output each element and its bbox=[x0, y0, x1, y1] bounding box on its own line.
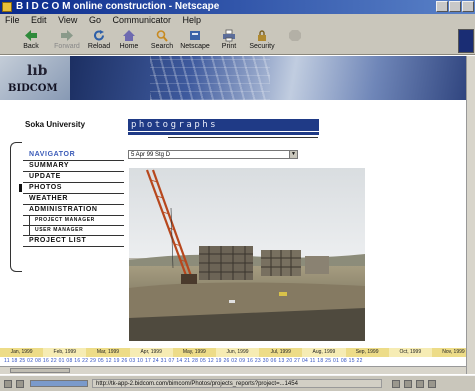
section-header: photographs bbox=[128, 119, 319, 138]
connection-status-icon bbox=[4, 380, 12, 388]
close-button[interactable] bbox=[462, 1, 474, 12]
menu-help[interactable]: Help bbox=[183, 15, 202, 25]
window-title-bar: B I D C O M online construction - Netsca… bbox=[0, 0, 475, 14]
nav-item-summary[interactable]: SUMMARY bbox=[23, 161, 124, 172]
menu-file[interactable]: File bbox=[5, 15, 20, 25]
status-url: http://tk-app-2.bidcom.com/bimcom/Photos… bbox=[92, 379, 382, 388]
print-icon bbox=[223, 29, 235, 42]
netscape-window-icon bbox=[2, 2, 12, 12]
print-button[interactable]: Print bbox=[212, 28, 246, 54]
search-icon bbox=[156, 30, 168, 42]
nav-item-user-manager[interactable]: USER MANAGER bbox=[23, 226, 124, 236]
photo-select-value: 5 Apr 99 Stg D bbox=[131, 152, 171, 158]
timeline-month[interactable]: Jul, 1999 bbox=[259, 348, 303, 357]
maximize-button[interactable] bbox=[449, 1, 461, 12]
banner-glass-facade-image bbox=[150, 56, 270, 100]
nav-item-project-list[interactable]: PROJECT LIST bbox=[23, 236, 124, 247]
reload-icon bbox=[94, 30, 104, 41]
timeline-month[interactable]: Jan, 1999 bbox=[0, 348, 44, 357]
component-bar-navigator-icon[interactable] bbox=[392, 380, 400, 388]
timeline-month[interactable]: Sep, 1999 bbox=[345, 348, 389, 357]
component-bar-composer-icon[interactable] bbox=[428, 380, 436, 388]
nav-item-photos[interactable]: PHOTOS bbox=[19, 183, 124, 194]
security-lock-icon bbox=[258, 30, 266, 41]
back-arrow-icon bbox=[25, 30, 37, 41]
chevron-down-icon[interactable]: ▼ bbox=[289, 151, 297, 158]
horizontal-scroll-thumb[interactable] bbox=[10, 368, 70, 373]
nav-item-administration[interactable]: ADMINISTRATION bbox=[23, 205, 124, 216]
construction-site-image bbox=[129, 168, 365, 341]
loading-progress-bar bbox=[30, 380, 88, 387]
stop-icon bbox=[289, 30, 301, 41]
project-name: Soka University bbox=[25, 120, 86, 129]
timeline-month[interactable]: Oct, 1999 bbox=[388, 348, 432, 357]
bidcom-logo[interactable]: lıb BIDCOM bbox=[0, 56, 70, 100]
timeline-month[interactable]: May, 1999 bbox=[172, 348, 216, 357]
menu-go[interactable]: Go bbox=[89, 15, 101, 25]
forward-arrow-icon bbox=[61, 30, 73, 41]
section-rule bbox=[168, 137, 318, 138]
horizontal-scrollbar[interactable] bbox=[0, 366, 466, 374]
reload-button[interactable]: Reload bbox=[82, 28, 116, 54]
component-bar-mail-icon[interactable] bbox=[404, 380, 412, 388]
back-button[interactable]: Back bbox=[14, 28, 48, 54]
stop-button[interactable] bbox=[278, 28, 312, 54]
bidcom-logo-text: BIDCOM bbox=[8, 83, 58, 94]
window-title: B I D C O M online construction - Netsca… bbox=[16, 1, 220, 12]
navigator-menu: NAVIGATOR SUMMARY UPDATE PHOTOS WEATHER … bbox=[19, 150, 124, 247]
banner-building-image bbox=[70, 56, 475, 100]
photo-select[interactable]: 5 Apr 99 Stg D ▼ bbox=[128, 150, 298, 159]
timeline-month[interactable]: Jun, 1999 bbox=[215, 348, 260, 357]
security-button[interactable]: Security bbox=[245, 28, 279, 54]
timeline-month[interactable]: Feb, 1999 bbox=[43, 348, 87, 357]
menu-bar: File Edit View Go Communicator Help bbox=[0, 14, 475, 27]
section-title: photographs bbox=[131, 120, 219, 130]
netscape-logo[interactable] bbox=[458, 29, 474, 53]
construction-photo bbox=[129, 168, 365, 341]
site-banner: lıb BIDCOM bbox=[0, 56, 475, 100]
bidcom-logo-mark-icon: lıb bbox=[27, 63, 48, 79]
timeline-month[interactable]: Mar, 1999 bbox=[86, 348, 130, 357]
nav-item-update[interactable]: UPDATE bbox=[23, 172, 124, 183]
nav-heading: NAVIGATOR bbox=[23, 150, 124, 161]
nav-item-weather[interactable]: WEATHER bbox=[23, 194, 124, 205]
menu-view[interactable]: View bbox=[58, 15, 77, 25]
netscape-icon bbox=[190, 31, 200, 40]
timeline-month[interactable]: Aug, 1999 bbox=[302, 348, 346, 357]
timeline-months: Jan, 1999 Feb, 1999 Mar, 1999 Apr, 1999 May,… bbox=[0, 348, 475, 357]
section-underline bbox=[128, 132, 319, 135]
home-icon bbox=[123, 30, 135, 41]
nav-item-project-manager[interactable]: PROJECT MANAGER bbox=[23, 216, 124, 226]
home-button[interactable]: Home bbox=[112, 28, 146, 54]
forward-button[interactable]: Forward bbox=[50, 28, 84, 54]
timeline-month[interactable]: Apr, 1999 bbox=[129, 348, 173, 357]
menu-edit[interactable]: Edit bbox=[31, 15, 47, 25]
navigation-toolbar: Back Forward Reload Home Search Netscape… bbox=[0, 27, 475, 55]
timeline-days[interactable]: 11 18 25 02 08 16 22 01 08 16 22 29 05 1… bbox=[0, 357, 475, 365]
vertical-scrollbar[interactable] bbox=[466, 56, 475, 374]
status-bar: http://tk-app-2.bidcom.com/bimcom/Photos… bbox=[0, 375, 475, 391]
search-button[interactable]: Search bbox=[145, 28, 179, 54]
menu-communicator[interactable]: Communicator bbox=[112, 15, 171, 25]
nav-bracket bbox=[10, 142, 22, 272]
security-status-icon[interactable] bbox=[16, 380, 24, 388]
minimize-button[interactable] bbox=[436, 1, 448, 12]
component-bar-newsgroups-icon[interactable] bbox=[416, 380, 424, 388]
netscape-button[interactable]: Netscape bbox=[178, 28, 212, 54]
